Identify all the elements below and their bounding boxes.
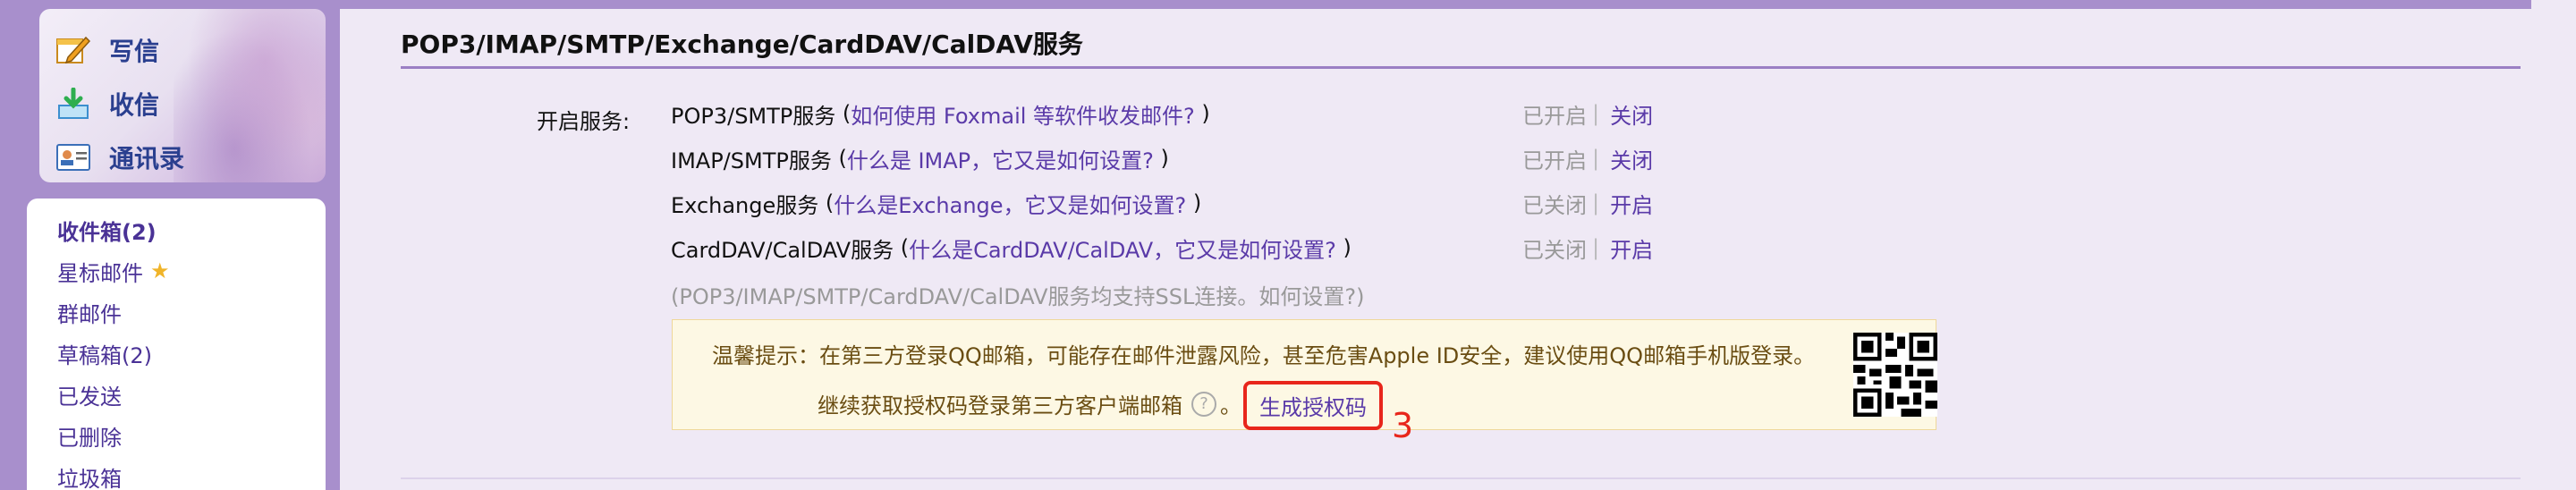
toggle-service-link[interactable]: 关闭 bbox=[1610, 143, 1653, 174]
divider: | bbox=[1592, 101, 1600, 126]
folder-label: 草稿箱(2) bbox=[57, 342, 152, 368]
question-mark-icon[interactable]: ? bbox=[1191, 391, 1216, 417]
folder-starred[interactable]: 星标邮件 ★ bbox=[27, 250, 326, 291]
folder-list: 收件箱(2) 星标邮件 ★ 群邮件 草稿箱(2) 已发送 已删除 垃圾箱 bbox=[27, 199, 326, 490]
quick-actions-panel: 写信 收信 通讯录 bbox=[39, 9, 326, 182]
service-name: IMAP/SMTP服务 bbox=[671, 148, 832, 173]
compose-button[interactable]: 写信 bbox=[55, 25, 159, 75]
section-title: POP3/IMAP/SMTP/Exchange/CardDAV/CalDAV服务 bbox=[401, 30, 1083, 59]
divider: | bbox=[1592, 190, 1600, 215]
folder-drafts[interactable]: 草稿箱(2) bbox=[27, 333, 326, 374]
contacts-label: 通讯录 bbox=[109, 144, 185, 173]
bottom-divider bbox=[401, 477, 2521, 479]
status-text: 已关闭 bbox=[1522, 192, 1587, 218]
tip-continue-text: 继续获取授权码登录第三方客户端邮箱 bbox=[818, 393, 1182, 418]
compose-icon bbox=[55, 34, 91, 66]
tip-action-line: 继续获取授权码登录第三方客户端邮箱 ? 。 生成授权码 bbox=[818, 379, 1383, 430]
toggle-service-link[interactable]: 开启 bbox=[1610, 188, 1653, 219]
service-name: CardDAV/CalDAV服务 bbox=[671, 237, 894, 263]
open-services-label: 开启服务: bbox=[537, 109, 631, 134]
folder-label: 垃圾箱 bbox=[57, 466, 122, 490]
folder-group-mail[interactable]: 群邮件 bbox=[27, 291, 326, 333]
folder-label: 收件箱(2) bbox=[57, 219, 157, 245]
folder-sent[interactable]: 已发送 bbox=[27, 374, 326, 415]
tip-text: 温馨提示：在第三方登录QQ邮箱，可能存在邮件泄露风险，甚至危害Apple ID安… bbox=[712, 343, 1816, 368]
service-status-pop3: 已开启 | 关闭 bbox=[1522, 98, 1653, 129]
qr-code-icon bbox=[1853, 333, 1937, 417]
right-margin bbox=[2531, 0, 2576, 490]
decorative-painting bbox=[174, 9, 326, 182]
service-row-pop3: POP3/SMTP服务 ( 如何使用 Foxmail 等软件收发邮件? ) bbox=[671, 98, 1210, 129]
service-status-imap: 已开启 | 关闭 bbox=[1522, 143, 1653, 173]
divider: | bbox=[1592, 235, 1600, 260]
service-help-link[interactable]: 如何使用 Foxmail 等软件收发邮件? bbox=[851, 98, 1195, 130]
service-help-link[interactable]: 什么是CardDAV/CalDAV，它又是如何设置? bbox=[909, 232, 1336, 264]
toggle-service-link[interactable]: 开启 bbox=[1610, 232, 1653, 264]
star-icon: ★ bbox=[150, 258, 170, 283]
service-row-exchange: Exchange服务 ( 什么是Exchange，它又是如何设置? ) bbox=[671, 188, 1201, 218]
folder-label: 已删除 bbox=[57, 425, 122, 451]
service-name: Exchange服务 bbox=[671, 192, 819, 218]
toggle-service-link[interactable]: 关闭 bbox=[1610, 98, 1653, 130]
folder-spam[interactable]: 垃圾箱 bbox=[27, 456, 326, 490]
folder-deleted[interactable]: 已删除 bbox=[27, 415, 326, 456]
status-text: 已开启 bbox=[1522, 103, 1587, 129]
folder-label: 星标邮件 bbox=[57, 260, 143, 286]
status-text: 已关闭 bbox=[1522, 237, 1587, 263]
left-sidebar: 写信 收信 通讯录 收件箱(2) 星标邮件 ★ 群邮件 草稿箱(2) 已发送 已… bbox=[0, 0, 333, 490]
ssl-howto-link[interactable]: 如何设置? bbox=[1258, 284, 1356, 309]
generate-auth-code-button[interactable]: 生成授权码 bbox=[1243, 381, 1383, 430]
service-help-link[interactable]: 什么是Exchange，它又是如何设置? bbox=[834, 188, 1186, 219]
receive-mail-label: 收信 bbox=[109, 90, 160, 120]
folder-inbox[interactable]: 收件箱(2) bbox=[27, 209, 326, 250]
download-inbox-icon bbox=[55, 87, 91, 120]
ssl-note: (POP3/IMAP/SMTP/CardDAV/CalDAV服务均支持SSL连接… bbox=[671, 284, 1365, 309]
service-row-carddav: CardDAV/CalDAV服务 ( 什么是CardDAV/CalDAV，它又是… bbox=[671, 232, 1352, 263]
status-text: 已开启 bbox=[1522, 148, 1587, 173]
settings-main-panel: POP3/IMAP/SMTP/Exchange/CardDAV/CalDAV服务… bbox=[340, 9, 2531, 490]
folder-label: 已发送 bbox=[57, 384, 122, 410]
folder-label: 群邮件 bbox=[57, 301, 122, 327]
divider: | bbox=[1592, 146, 1600, 171]
service-status-exchange: 已关闭 | 开启 bbox=[1522, 188, 1653, 218]
receive-mail-button[interactable]: 收信 bbox=[55, 79, 159, 129]
contacts-button[interactable]: 通讯录 bbox=[55, 132, 184, 182]
annotation-step-number: 3 bbox=[1392, 406, 1414, 445]
warning-tip-box: 温馨提示：在第三方登录QQ邮箱，可能存在邮件泄露风险，甚至危害Apple ID安… bbox=[672, 319, 1937, 430]
section-divider bbox=[401, 66, 2521, 69]
service-status-carddav: 已关闭 | 开启 bbox=[1522, 232, 1653, 263]
service-row-imap: IMAP/SMTP服务 ( 什么是 IMAP，它又是如何设置? ) bbox=[671, 143, 1169, 173]
service-name: POP3/SMTP服务 bbox=[671, 103, 836, 129]
contacts-card-icon bbox=[55, 141, 91, 173]
compose-label: 写信 bbox=[109, 37, 160, 66]
service-help-link[interactable]: 什么是 IMAP，它又是如何设置? bbox=[847, 143, 1154, 174]
